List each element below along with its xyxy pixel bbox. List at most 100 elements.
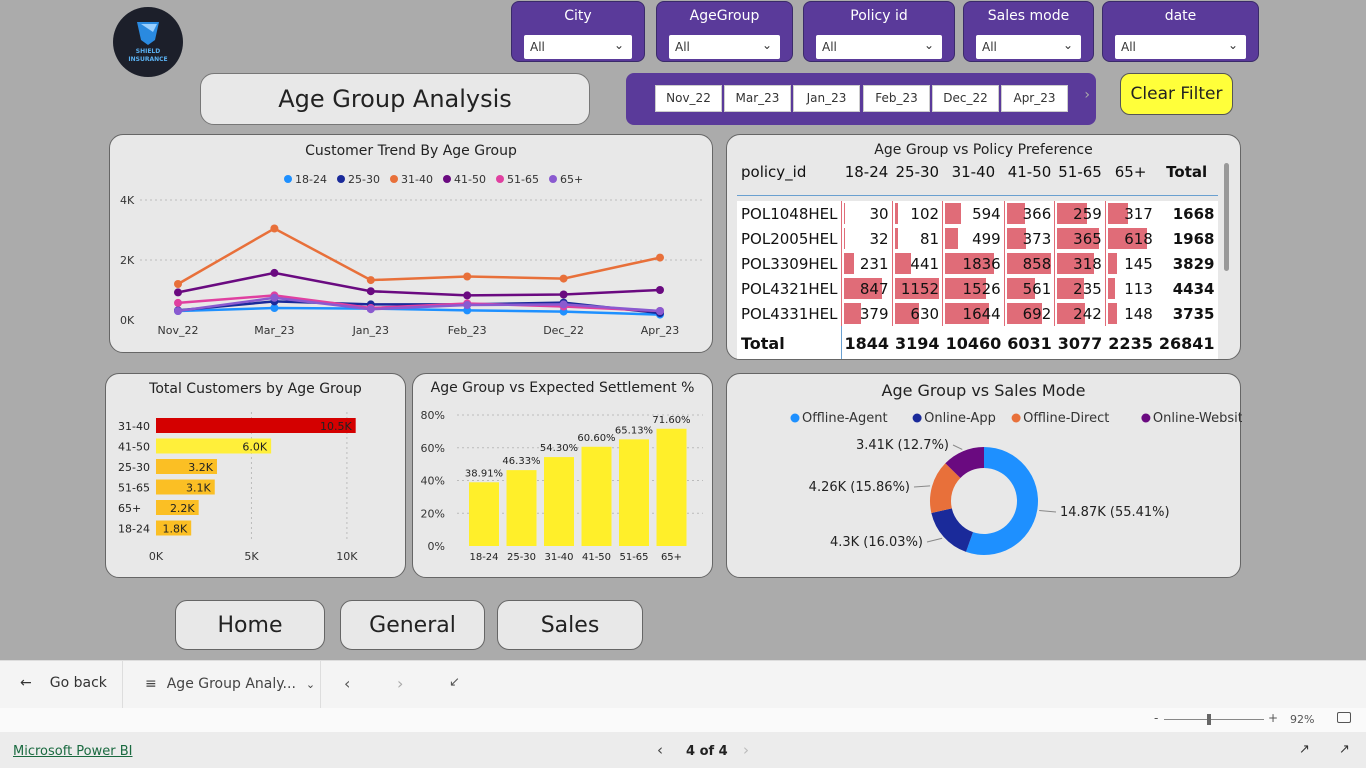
fit-to-page-icon[interactable] xyxy=(1337,712,1351,723)
date-button[interactable]: Jan_23 xyxy=(793,85,860,112)
table-cell: 366 xyxy=(1003,201,1055,226)
policy-id-slicer[interactable]: Policy id All ⌄ xyxy=(803,1,955,62)
bar xyxy=(544,457,574,546)
column-header[interactable]: 65+ xyxy=(1105,163,1156,196)
general-button[interactable]: General xyxy=(340,600,485,650)
chevron-right-icon[interactable]: › xyxy=(1084,87,1090,103)
data-bar xyxy=(1107,303,1118,324)
table-cell: 1152 xyxy=(891,276,943,301)
sales-button[interactable]: Sales xyxy=(497,600,643,650)
table-cell: 630 xyxy=(891,301,943,326)
previous-page-icon[interactable]: ‹ xyxy=(344,674,350,693)
legend-marker xyxy=(790,413,800,423)
total-customers-panel: Total Customers by Age Group 0K 5K 10K 31-4… xyxy=(105,373,406,578)
sales-mode-slicer[interactable]: Sales mode All ⌄ xyxy=(963,1,1094,62)
next-page-icon[interactable]: › xyxy=(397,674,403,693)
cell-value: 618 xyxy=(1124,229,1153,248)
divider xyxy=(320,661,321,709)
zoom-slider-track[interactable] xyxy=(1164,719,1264,720)
date-dropdown[interactable]: All ⌄ xyxy=(1115,35,1246,59)
agegroup-dropdown[interactable]: All ⌄ xyxy=(669,35,780,59)
data-point xyxy=(463,301,472,309)
column-header[interactable]: 51-65 xyxy=(1054,163,1106,196)
leader-line xyxy=(952,444,963,450)
date-button[interactable]: Mar_23 xyxy=(724,85,791,112)
legend-label: Offline-Direct xyxy=(1023,411,1109,426)
table-cell: 259 xyxy=(1054,201,1106,226)
city-slicer[interactable]: City All ⌄ xyxy=(511,1,645,62)
column-header[interactable]: 18-24 xyxy=(841,163,893,196)
next-page-icon[interactable]: › xyxy=(743,741,749,759)
table-row[interactable]: POL3309HEL 231 441 1836 858 318 145 3829 xyxy=(737,251,1218,276)
city-dropdown[interactable]: All ⌄ xyxy=(524,35,632,59)
cell-value: 259 xyxy=(1073,204,1102,223)
cell-value: 373 xyxy=(1022,229,1052,248)
date-button[interactable]: Nov_22 xyxy=(655,85,722,112)
column-header[interactable]: Total xyxy=(1155,163,1218,196)
cell-value: 30 xyxy=(869,204,889,223)
data-label: 10.5K xyxy=(320,420,352,433)
column-header[interactable]: 31-40 xyxy=(942,163,1005,196)
chevron-down-icon: ⌄ xyxy=(305,677,316,691)
go-back-button[interactable]: ← Go back xyxy=(20,675,107,691)
chevron-down-icon: ⌄ xyxy=(1062,38,1073,52)
page-selector[interactable]: ≡ Age Group Analy... ⌄ xyxy=(145,676,315,692)
data-bar xyxy=(945,203,961,224)
table-cell: POL4331HEL xyxy=(737,301,841,326)
total-row: Total 1844 3194 10460 6031 3077 2235 26841 xyxy=(737,326,1218,359)
date-button[interactable]: Feb_23 xyxy=(863,85,930,112)
x-tick-label: 41-50 xyxy=(582,552,611,563)
collapse-icon[interactable]: ↙ xyxy=(449,675,460,690)
x-tick-label: 65+ xyxy=(661,552,682,563)
sales-mode-dropdown[interactable]: All ⌄ xyxy=(976,35,1081,59)
data-bar xyxy=(894,228,898,249)
home-button[interactable]: Home xyxy=(175,600,325,650)
x-tick-label: Jan_23 xyxy=(352,324,389,337)
zoom-out-icon[interactable]: - xyxy=(1154,711,1158,725)
policy-id-dropdown[interactable]: All ⌄ xyxy=(816,35,942,59)
donut-slice xyxy=(931,508,973,552)
zoom-slider-handle[interactable] xyxy=(1207,714,1211,725)
agegroup-slicer[interactable]: AgeGroup All ⌄ xyxy=(656,1,793,62)
data-label: 1.8K xyxy=(162,523,187,536)
table-row[interactable]: POL4321HEL 847 1152 1526 561 235 113 4434 xyxy=(737,276,1218,301)
shield-logo-icon xyxy=(137,22,159,45)
table-cell: 231 xyxy=(840,251,893,276)
date-button[interactable]: Apr_23 xyxy=(1001,85,1068,112)
legend-label: 31-40 xyxy=(401,173,433,186)
cell-value: 499 xyxy=(972,229,1001,248)
zoom-level: 92% xyxy=(1290,713,1315,726)
zoom-in-icon[interactable]: + xyxy=(1268,711,1278,725)
column-header[interactable]: 25-30 xyxy=(892,163,943,196)
column-header[interactable]: policy_id xyxy=(737,163,841,196)
table-cell: 692 xyxy=(1003,301,1055,326)
data-label: 46.33% xyxy=(502,456,540,467)
fullscreen-icon[interactable]: ↗ xyxy=(1339,742,1350,757)
data-label: 3.1K xyxy=(186,482,211,495)
table-row[interactable]: POL1048HEL 30 102 594 366 259 317 1668 xyxy=(737,201,1218,226)
table-scrollbar[interactable] xyxy=(1224,163,1229,271)
line-chart: 18-24 25-30 31-40 41-50 51-65 65+ 0K 2K 4K Nov_22… xyxy=(120,173,705,337)
data-bar xyxy=(894,253,912,274)
x-tick-label: 18-24 xyxy=(469,552,498,563)
column-header[interactable]: 41-50 xyxy=(1004,163,1055,196)
x-tick-label: Nov_22 xyxy=(158,324,199,337)
table-cell: 379 xyxy=(840,301,893,326)
share-icon[interactable]: ↗ xyxy=(1299,742,1310,757)
chevron-down-icon: ⌄ xyxy=(613,38,624,52)
cell-value: 235 xyxy=(1073,279,1102,298)
cell-value: 847 xyxy=(859,279,889,298)
slicer-label: Sales mode xyxy=(987,8,1070,24)
table-row[interactable]: POL2005HEL 32 81 499 373 365 618 1968 xyxy=(737,226,1218,251)
legend-label: 25-30 xyxy=(348,173,380,186)
power-bi-link[interactable]: Microsoft Power BI xyxy=(13,744,132,759)
date-slicer[interactable]: date All ⌄ xyxy=(1102,1,1259,62)
table-row[interactable]: POL4331HEL 379 630 1644 692 242 148 3735 xyxy=(737,301,1218,326)
data-label: 38.91% xyxy=(465,468,503,479)
bar xyxy=(469,482,499,546)
date-button[interactable]: Dec_22 xyxy=(932,85,999,112)
table-cell: 148 xyxy=(1104,301,1156,326)
previous-page-icon[interactable]: ‹ xyxy=(657,741,663,759)
clear-filter-button[interactable]: Clear Filter xyxy=(1120,73,1233,115)
column-chart: 0% 20% 40% 60% 80% 38.91% 18-24 46.33% 25-30 54.3… xyxy=(421,409,703,563)
